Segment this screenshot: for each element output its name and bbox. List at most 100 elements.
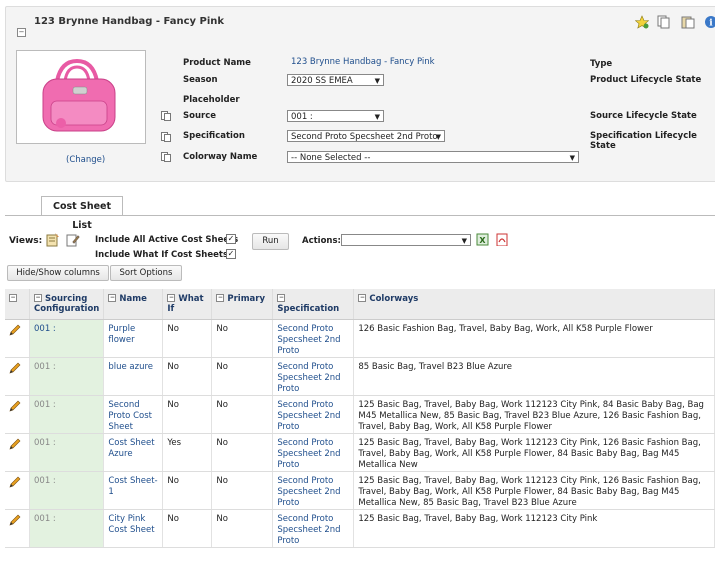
collapse-column-icon[interactable]: − <box>167 294 176 302</box>
svg-text:i: i <box>709 19 713 29</box>
collapse-column-icon[interactable]: − <box>108 294 117 302</box>
name-cell[interactable]: blue azure <box>103 357 164 396</box>
info-icon[interactable]: i <box>704 15 715 29</box>
handbag-image <box>42 58 116 132</box>
name-column-header[interactable]: − Name <box>103 289 164 320</box>
edit-cell[interactable] <box>5 509 30 548</box>
include-whatif-checkbox[interactable]: ✓ <box>226 249 236 259</box>
name-cell[interactable]: Cost Sheet-1 <box>103 471 164 510</box>
name-cell[interactable]: Purple flower <box>103 319 164 358</box>
whatif-column-header[interactable]: − What If <box>162 289 213 320</box>
name-cell[interactable]: Cost Sheet Azure <box>103 433 164 472</box>
colorways-cell: 125 Basic Bag, Travel, Baby Bag, Work 11… <box>353 433 715 472</box>
specification-lifecycle-label: Specification Lifecycle State <box>590 131 697 151</box>
colorways-cell: 126 Basic Fashion Bag, Travel, Baby Bag,… <box>353 319 715 358</box>
export-excel-icon[interactable]: X <box>476 233 489 246</box>
placeholder-label: Placeholder <box>183 95 240 105</box>
collapse-column-icon[interactable]: − <box>34 294 42 302</box>
sourcing-cell[interactable]: 001 : <box>29 433 105 472</box>
colorway-name-label: Colorway Name <box>183 152 258 162</box>
select-column-header[interactable]: − <box>5 289 30 320</box>
view-select-icon[interactable] <box>46 233 60 247</box>
colorways-cell: 125 Basic Bag, Travel, Baby Bag, Work 11… <box>353 395 715 434</box>
table-row[interactable]: 001 : Cost Sheet-1 No No Second Proto Specsh… <box>5 471 715 510</box>
whatif-cell: No <box>162 319 213 358</box>
actions-label: Actions: <box>302 236 341 246</box>
season-select[interactable]: 2020 SS EMEA ▼ <box>287 74 384 86</box>
collapse-header-icon[interactable]: − <box>17 28 26 37</box>
collapse-column-icon[interactable]: − <box>9 294 17 302</box>
product-image <box>16 50 146 144</box>
table-row[interactable]: 001 : Cost Sheet Azure Yes No Second Proto S… <box>5 433 715 472</box>
edit-pencil-icon[interactable] <box>9 514 21 526</box>
product-name-link[interactable]: 123 Brynne Handbag - Fancy Pink <box>291 57 435 67</box>
edit-pencil-icon[interactable] <box>9 438 21 450</box>
primary-column-header[interactable]: − Primary <box>211 289 274 320</box>
specification-cell[interactable]: Second Proto Specsheet 2nd Proto <box>272 471 355 510</box>
edit-pencil-icon[interactable] <box>9 476 21 488</box>
copy-specification-icon[interactable] <box>161 132 171 142</box>
collapse-column-icon[interactable]: − <box>277 294 286 302</box>
change-image-link[interactable]: (Change) <box>66 155 105 165</box>
table-header-row: − − Sourcing Configuration − Name − What If… <box>5 289 715 320</box>
colorway-select[interactable]: -- None Selected -- ▼ <box>287 151 579 163</box>
whatif-cell: No <box>162 509 213 548</box>
table-row[interactable]: 001 : Second Proto Cost Sheet No No Second P… <box>5 395 715 434</box>
specification-cell[interactable]: Second Proto Specsheet 2nd Proto <box>272 509 355 548</box>
edit-cell[interactable] <box>5 319 30 358</box>
table-row[interactable]: 001 : Purple flower No No Second Proto Specs… <box>5 319 715 358</box>
whatif-cell: No <box>162 395 213 434</box>
hide-show-columns-button[interactable]: Hide/Show columns <box>7 265 109 281</box>
copy-source-icon[interactable] <box>161 111 171 121</box>
primary-cell: No <box>211 357 274 396</box>
view-edit-icon[interactable] <box>66 233 80 247</box>
edit-cell[interactable] <box>5 433 30 472</box>
copy-icon[interactable] <box>657 15 671 29</box>
specification-select[interactable]: Second Proto Specsheet 2nd Proto ▼ <box>287 130 445 142</box>
specification-column-header[interactable]: −Specification <box>272 289 355 320</box>
edit-pencil-icon[interactable] <box>9 324 21 336</box>
cost-sheet-table: − − Sourcing Configuration − Name − What If… <box>5 289 715 548</box>
season-label: Season <box>183 75 218 85</box>
table-row[interactable]: 001 : City Pink Cost Sheet No No Second Prot… <box>5 509 715 548</box>
favorite-star-icon[interactable] <box>635 15 649 29</box>
primary-cell: No <box>211 395 274 434</box>
specification-cell[interactable]: Second Proto Specsheet 2nd Proto <box>272 433 355 472</box>
name-cell[interactable]: City Pink Cost Sheet <box>103 509 164 548</box>
primary-cell: No <box>211 433 274 472</box>
edit-cell[interactable] <box>5 357 30 396</box>
sourcing-cell[interactable]: 001 : <box>29 395 105 434</box>
copy-colorway-icon[interactable] <box>161 152 171 162</box>
sourcing-cell[interactable]: 001 : <box>29 319 105 358</box>
tab-cost-sheet-list[interactable]: Cost Sheet List <box>41 196 123 231</box>
colorways-column-header[interactable]: − Colorways <box>353 289 715 320</box>
paste-icon[interactable] <box>681 15 695 29</box>
colorways-cell: 125 Basic Bag, Travel, Baby Bag, Work 11… <box>353 509 715 548</box>
edit-cell[interactable] <box>5 471 30 510</box>
colorways-cell: 85 Basic Bag, Travel B23 Blue Azure <box>353 357 715 396</box>
export-pdf-icon[interactable] <box>496 233 509 246</box>
collapse-column-icon[interactable]: − <box>358 294 367 302</box>
include-active-label: Include All Active Cost Sheets <box>95 235 239 245</box>
sourcing-column-header[interactable]: − Sourcing Configuration <box>29 289 105 320</box>
run-button[interactable]: Run <box>252 233 289 250</box>
edit-pencil-icon[interactable] <box>9 400 21 412</box>
include-active-checkbox[interactable]: ✓ <box>226 234 236 244</box>
source-select[interactable]: 001 : ▼ <box>287 110 384 122</box>
include-whatif-label: Include What If Cost Sheets <box>95 250 229 260</box>
name-cell[interactable]: Second Proto Cost Sheet <box>103 395 164 434</box>
sourcing-cell[interactable]: 001 : <box>29 471 105 510</box>
sourcing-cell[interactable]: 001 : <box>29 357 105 396</box>
collapse-column-icon[interactable]: − <box>216 294 225 302</box>
table-row[interactable]: 001 : blue azure No No Second Proto Specshee… <box>5 357 715 396</box>
actions-select[interactable]: ▼ <box>341 234 471 246</box>
edit-pencil-icon[interactable] <box>9 362 21 374</box>
sourcing-cell[interactable]: 001 : <box>29 509 105 548</box>
specification-cell[interactable]: Second Proto Specsheet 2nd Proto <box>272 319 355 358</box>
specification-cell[interactable]: Second Proto Specsheet 2nd Proto <box>272 395 355 434</box>
specification-cell[interactable]: Second Proto Specsheet 2nd Proto <box>272 357 355 396</box>
primary-cell: No <box>211 509 274 548</box>
sort-options-button[interactable]: Sort Options <box>110 265 182 281</box>
edit-cell[interactable] <box>5 395 30 434</box>
whatif-cell: No <box>162 357 213 396</box>
